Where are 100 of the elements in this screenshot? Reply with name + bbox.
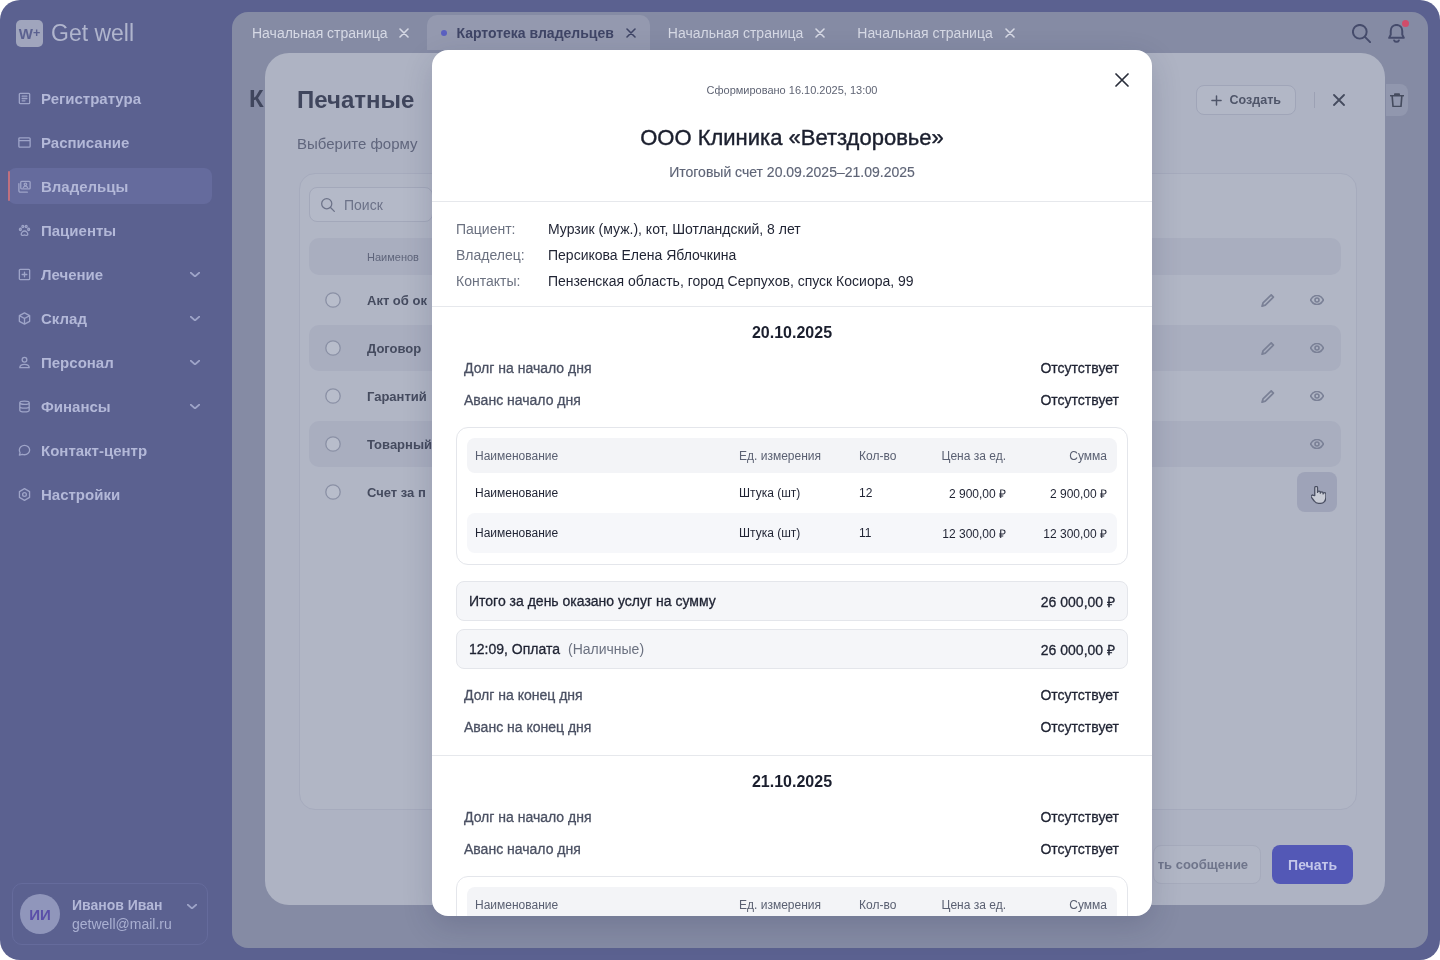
search-field[interactable]: Поиск: [309, 187, 433, 222]
sidebar-item[interactable]: Пациенты: [8, 212, 212, 248]
balance-label: Аванс на конец дня: [464, 719, 592, 735]
balance-value: Отсутствует: [1040, 392, 1119, 408]
sidebar-item[interactable]: Расписание: [8, 124, 212, 160]
bell-icon[interactable]: [1387, 23, 1406, 43]
avatar: ИИ: [20, 894, 60, 934]
balance-value: Отсутствует: [1040, 719, 1119, 735]
dialog-subtitle: Выберите форму: [297, 134, 418, 154]
form-name: Товарный: [367, 436, 432, 452]
create-button[interactable]: Создать: [1195, 85, 1296, 115]
table-cell-text: 2 900,00 ₽: [947, 485, 1006, 502]
logo-name: Get well: [51, 20, 135, 47]
icon-button[interactable]: [1297, 472, 1337, 512]
table-cell-text: Штука (шт): [739, 486, 802, 500]
form-name: Гарантий: [367, 388, 427, 404]
detail-label: Пациент:: [456, 220, 517, 239]
sidebar-item[interactable]: Настройки: [8, 476, 212, 512]
detail-label: Контакты:: [456, 272, 522, 291]
tab[interactable]: Начальная страница: [238, 15, 424, 50]
calendar-icon: [17, 134, 32, 150]
trash-button[interactable]: [1386, 84, 1408, 116]
user-name: Иванов Иван: [72, 896, 164, 913]
balance-value: Отсутствует: [1040, 687, 1119, 703]
form-name: Договор: [367, 340, 422, 356]
close-icon[interactable]: [1115, 73, 1129, 87]
payment-time: 12:09, Оплата: [469, 641, 560, 657]
balance-value: Отсутствует: [1040, 360, 1119, 376]
eye-icon[interactable]: [1310, 439, 1324, 449]
sidebar-item[interactable]: Владельцы: [8, 168, 212, 204]
column-header: Ед. измерения: [739, 448, 822, 463]
paw-icon: [17, 222, 32, 238]
table-cell-text: 12 300,00 ₽: [1042, 525, 1107, 542]
balance-value: Отсутствует: [1040, 809, 1119, 825]
column-header: Кол-во: [859, 897, 898, 912]
pencil-icon[interactable]: [1261, 389, 1275, 403]
column-header: Кол-во: [859, 448, 898, 463]
chevron-down-icon: [187, 903, 197, 909]
total-amount: 26 000,00 ₽: [1040, 592, 1115, 611]
column-header: Ед. измерения: [739, 897, 822, 912]
total-label: Итого за день оказано услуг на сумму: [469, 593, 716, 609]
eye-icon[interactable]: [1310, 343, 1324, 353]
balance-value: Отсутствует: [1040, 841, 1119, 857]
radio-button[interactable]: [325, 436, 341, 452]
radio-button[interactable]: [325, 292, 341, 308]
print-button[interactable]: Печать: [1272, 845, 1353, 884]
form-name: Счет за п: [367, 484, 426, 500]
table-cell-text: Штука (шт): [739, 526, 802, 540]
eye-icon[interactable]: [1310, 391, 1324, 401]
column-header: Наименование: [475, 448, 560, 463]
column-header: Цена за ед.: [940, 448, 1006, 463]
day-date: 20.10.2025: [751, 323, 833, 343]
column-header: Сумма: [1068, 897, 1107, 912]
detail-value: Пензенская область, город Серпухов, спуск Косиора, 99: [548, 272, 914, 291]
sidebar-item[interactable]: Персонал: [8, 344, 212, 380]
table-cell-text: 12 300,00 ₽: [941, 525, 1006, 542]
tab[interactable]: Начальная страница: [843, 15, 1029, 50]
hand-cursor-icon: [1310, 486, 1326, 504]
tab[interactable]: Начальная страница: [653, 15, 840, 50]
payment-method: (Наличные): [568, 641, 645, 657]
table-cell-text: 12: [859, 486, 874, 500]
radio-button[interactable]: [325, 340, 341, 356]
user-card[interactable]: ИИ Иванов Иван getwell@mail.ru: [12, 883, 208, 945]
contact-card-icon: [17, 178, 32, 194]
day-date: 21.10.2025: [751, 772, 833, 792]
plus-icon: [1210, 94, 1222, 106]
pencil-icon[interactable]: [1261, 341, 1275, 355]
pencil-icon[interactable]: [1261, 293, 1275, 307]
detail-value: Персикова Елена Яблочкина: [548, 246, 737, 265]
person-icon: [17, 354, 32, 370]
sidebar-item[interactable]: Регистратура: [8, 80, 212, 116]
search-icon[interactable]: [1352, 23, 1371, 43]
column-header: Наименов: [367, 250, 419, 263]
dialog-title: Печатные: [297, 85, 415, 115]
dot-icon: [441, 29, 448, 36]
table-cell-text: Наименование: [475, 526, 560, 540]
message-button[interactable]: ть сообщение: [1152, 845, 1262, 884]
detail-value: Мурзик (муж.), кот, Шотландский, 8 лет: [548, 220, 801, 239]
radio-button[interactable]: [325, 484, 341, 500]
settings-icon: [17, 486, 32, 502]
generated-date: Сформировано 16.10.2025, 13:00: [706, 83, 878, 98]
sidebar-item[interactable]: Контакт-центр: [8, 432, 212, 468]
eye-icon[interactable]: [1310, 295, 1324, 305]
invoice-title: Итоговый счет 20.09.2025–21.09.2025: [669, 163, 915, 182]
detail-label: Владелец:: [456, 246, 526, 265]
search-icon: [321, 197, 335, 212]
database-icon: [17, 398, 32, 414]
user-email: getwell@mail.ru: [72, 915, 173, 932]
table-cell-text: 11: [859, 526, 873, 540]
clinic-name: ООО Клиника «Ветздоровье»: [640, 124, 944, 152]
column-header: Сумма: [1068, 448, 1107, 463]
balance-label: Долг на начало дня: [464, 360, 592, 376]
tab[interactable]: Картотека владельцев: [427, 15, 650, 50]
radio-button[interactable]: [325, 388, 341, 404]
sidebar-item[interactable]: Склад: [8, 300, 212, 336]
sidebar-item[interactable]: Финансы: [8, 388, 212, 424]
sidebar-item[interactable]: Лечение: [8, 256, 212, 292]
cube-icon: [17, 310, 32, 326]
table-cell-text: 2 900,00 ₽: [1048, 485, 1107, 502]
column-header: Цена за ед.: [940, 897, 1006, 912]
